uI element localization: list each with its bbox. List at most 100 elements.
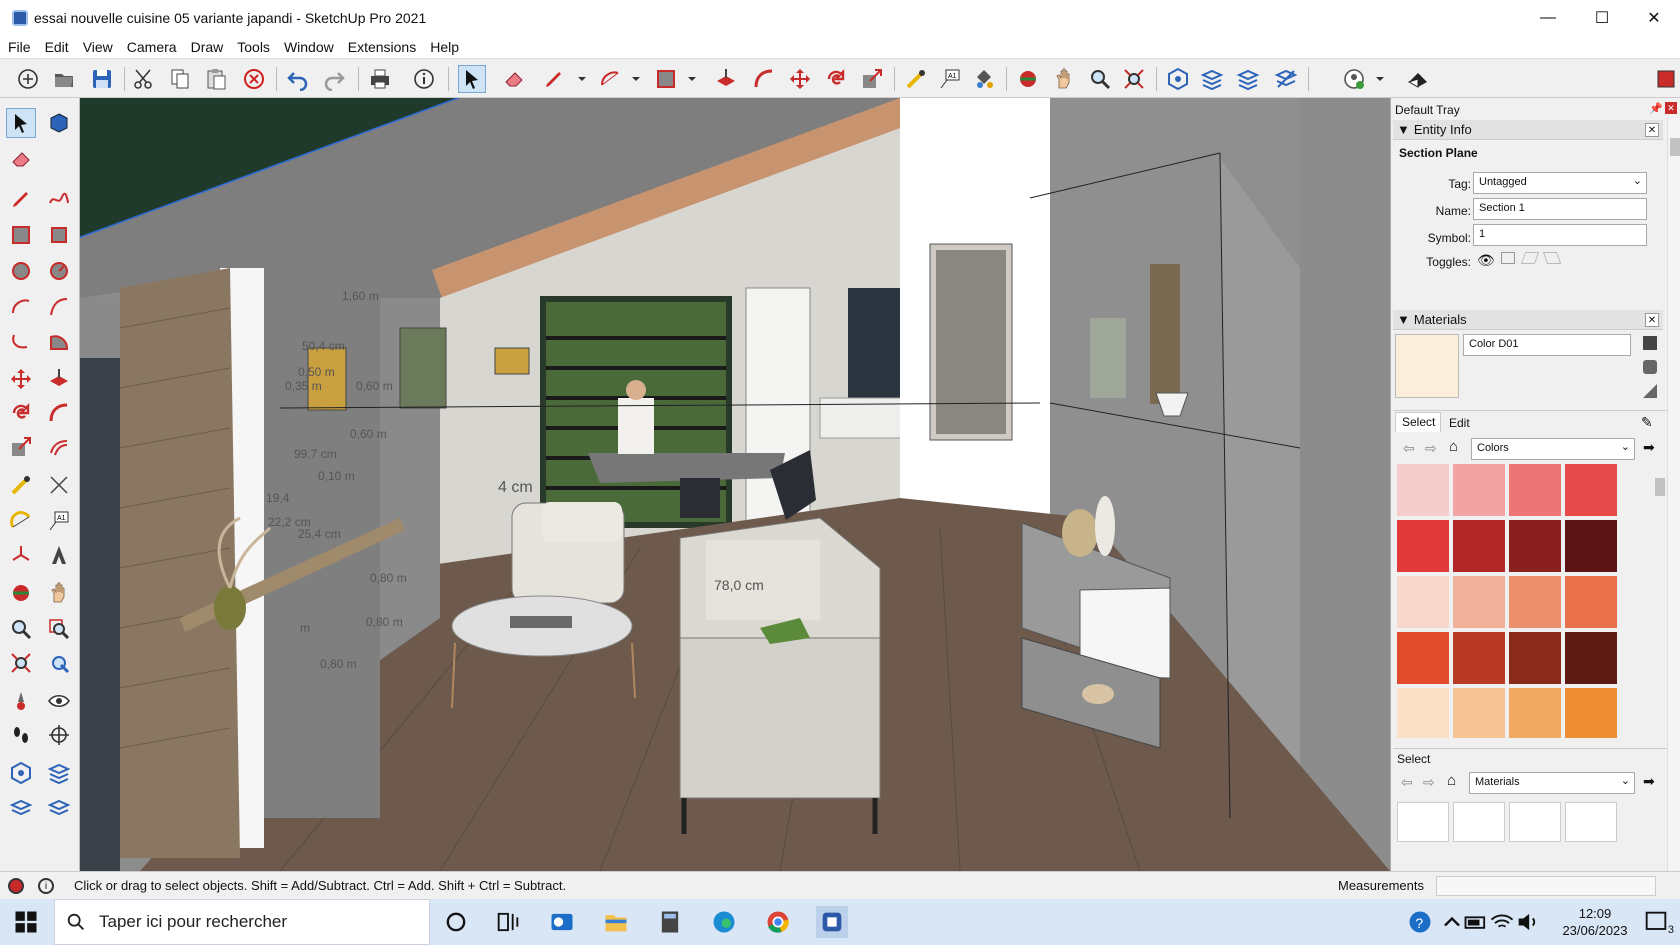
close-button[interactable]: ✕ xyxy=(1628,0,1680,36)
freehand-icon[interactable] xyxy=(44,184,74,214)
rectangle-icon[interactable] xyxy=(6,220,36,250)
save-icon[interactable] xyxy=(88,65,116,93)
tape-measure-icon[interactable] xyxy=(6,470,36,500)
offset-icon[interactable] xyxy=(44,432,74,462)
color-swatch[interactable] xyxy=(1397,688,1449,738)
zoom-icon[interactable] xyxy=(1086,65,1114,93)
pan-hand-icon[interactable] xyxy=(1050,65,1078,93)
cut-icon[interactable] xyxy=(130,65,158,93)
walk-footprints-icon[interactable] xyxy=(6,720,36,750)
back-arrow-icon[interactable]: ⇦ xyxy=(1403,440,1415,457)
outlook-icon[interactable] xyxy=(546,906,578,938)
scale-icon[interactable] xyxy=(6,432,36,462)
chrome-icon[interactable] xyxy=(762,906,794,938)
file-explorer-icon[interactable] xyxy=(600,906,632,938)
close-icon[interactable]: ✕ xyxy=(1645,313,1659,327)
tab-edit[interactable]: Edit xyxy=(1443,414,1476,432)
collection-thumb[interactable] xyxy=(1453,802,1505,842)
task-view-icon[interactable] xyxy=(492,906,524,938)
color-swatch[interactable] xyxy=(1453,576,1505,628)
position-camera-icon[interactable] xyxy=(6,686,36,716)
forward-arrow-icon[interactable]: ⇨ xyxy=(1423,774,1435,791)
model-info-icon[interactable] xyxy=(410,65,438,93)
close-icon[interactable]: ✕ xyxy=(1665,102,1677,114)
visibility-eye-icon[interactable]: 👁 xyxy=(1477,252,1495,269)
color-swatch[interactable] xyxy=(1565,576,1617,628)
open-folder-icon[interactable] xyxy=(50,65,78,93)
pan-hand-icon[interactable] xyxy=(44,578,74,608)
color-swatch[interactable] xyxy=(1509,520,1561,572)
line-tool-icon[interactable] xyxy=(6,184,36,214)
zoom-window-icon[interactable] xyxy=(44,614,74,644)
collection-thumb[interactable] xyxy=(1397,802,1449,842)
text-tool-icon[interactable]: A1 xyxy=(936,65,964,93)
menu-view[interactable]: View xyxy=(83,39,113,55)
zoom-extents-icon[interactable] xyxy=(1120,65,1148,93)
receive-shadows-icon[interactable] xyxy=(1542,252,1562,264)
tray-scrollbar[interactable] xyxy=(1667,118,1680,871)
account-icon[interactable] xyxy=(1340,65,1368,93)
maximize-button[interactable]: ☐ xyxy=(1576,0,1628,36)
orbit-icon[interactable] xyxy=(6,578,36,608)
color-swatch[interactable] xyxy=(1397,520,1449,572)
cast-shadows-icon[interactable] xyxy=(1520,252,1540,264)
material-preview[interactable] xyxy=(1395,334,1459,398)
3d-text-icon[interactable] xyxy=(44,540,74,570)
color-swatch[interactable] xyxy=(1565,632,1617,684)
name-input[interactable]: Section 1 xyxy=(1473,198,1647,220)
follow-me-icon[interactable] xyxy=(44,398,74,428)
menu-draw[interactable]: Draw xyxy=(191,39,224,55)
display-secondary-pane-icon[interactable] xyxy=(1643,336,1657,350)
two-point-arc-icon[interactable] xyxy=(44,292,74,322)
color-swatch[interactable] xyxy=(1453,464,1505,516)
color-swatch[interactable] xyxy=(1453,520,1505,572)
color-swatch[interactable] xyxy=(1397,464,1449,516)
entity-info-header[interactable]: ▼ Entity Info ✕ xyxy=(1393,120,1663,140)
select-arrow-icon[interactable] xyxy=(6,108,36,138)
close-icon[interactable]: ✕ xyxy=(1645,123,1659,137)
windows-start-icon[interactable] xyxy=(10,906,42,938)
push-pull-icon[interactable] xyxy=(44,364,74,394)
symbol-input[interactable]: 1 xyxy=(1473,224,1647,246)
layers-icon[interactable] xyxy=(1198,65,1226,93)
color-swatch[interactable] xyxy=(1509,464,1561,516)
help-icon[interactable]: ? xyxy=(1404,906,1436,938)
undo-icon[interactable] xyxy=(284,65,312,93)
notifications-icon[interactable]: 3 xyxy=(1640,906,1674,938)
home-icon[interactable]: ⌂ xyxy=(1449,438,1458,455)
color-swatch[interactable] xyxy=(1397,632,1449,684)
dimension-icon[interactable] xyxy=(44,470,74,500)
calculator-icon[interactable] xyxy=(654,906,686,938)
menu-tools[interactable]: Tools xyxy=(237,39,270,55)
section-plane-icon[interactable] xyxy=(44,720,74,750)
move-icon[interactable] xyxy=(6,364,36,394)
chevron-down-icon[interactable] xyxy=(622,65,650,93)
select-tool-icon[interactable] xyxy=(458,65,486,93)
secondary-library-select[interactable]: Materials ⌄ xyxy=(1469,772,1635,794)
info-icon[interactable]: i xyxy=(38,878,54,894)
component-icon[interactable] xyxy=(44,108,74,138)
back-arrow-icon[interactable]: ⇦ xyxy=(1401,774,1413,791)
protractor-icon[interactable] xyxy=(6,506,36,536)
menu-camera[interactable]: Camera xyxy=(127,39,177,55)
chevron-down-icon[interactable] xyxy=(678,65,706,93)
pie-icon[interactable] xyxy=(44,326,74,356)
color-swatch[interactable] xyxy=(1453,688,1505,738)
library-select[interactable]: Colors ⌄ xyxy=(1471,438,1635,460)
cortana-icon[interactable] xyxy=(440,906,472,938)
clock[interactable]: 12:09 23/06/2023 xyxy=(1550,905,1640,939)
paste-icon[interactable] xyxy=(202,65,230,93)
extension-icon[interactable] xyxy=(44,792,74,822)
rectangle-tool-icon[interactable] xyxy=(652,65,680,93)
default-material-icon[interactable] xyxy=(1643,384,1657,398)
collection-thumb[interactable] xyxy=(1565,802,1617,842)
rotate-icon[interactable] xyxy=(6,398,36,428)
style-icon[interactable] xyxy=(1652,65,1680,93)
three-point-arc-icon[interactable] xyxy=(6,326,36,356)
details-arrow-icon[interactable]: ➡ xyxy=(1643,773,1655,790)
edge-browser-icon[interactable] xyxy=(708,906,740,938)
details-arrow-icon[interactable]: ➡ xyxy=(1643,439,1655,456)
warehouse-icon[interactable] xyxy=(6,758,36,788)
extension-manager-icon[interactable] xyxy=(1272,65,1300,93)
orbit-icon[interactable] xyxy=(1014,65,1042,93)
